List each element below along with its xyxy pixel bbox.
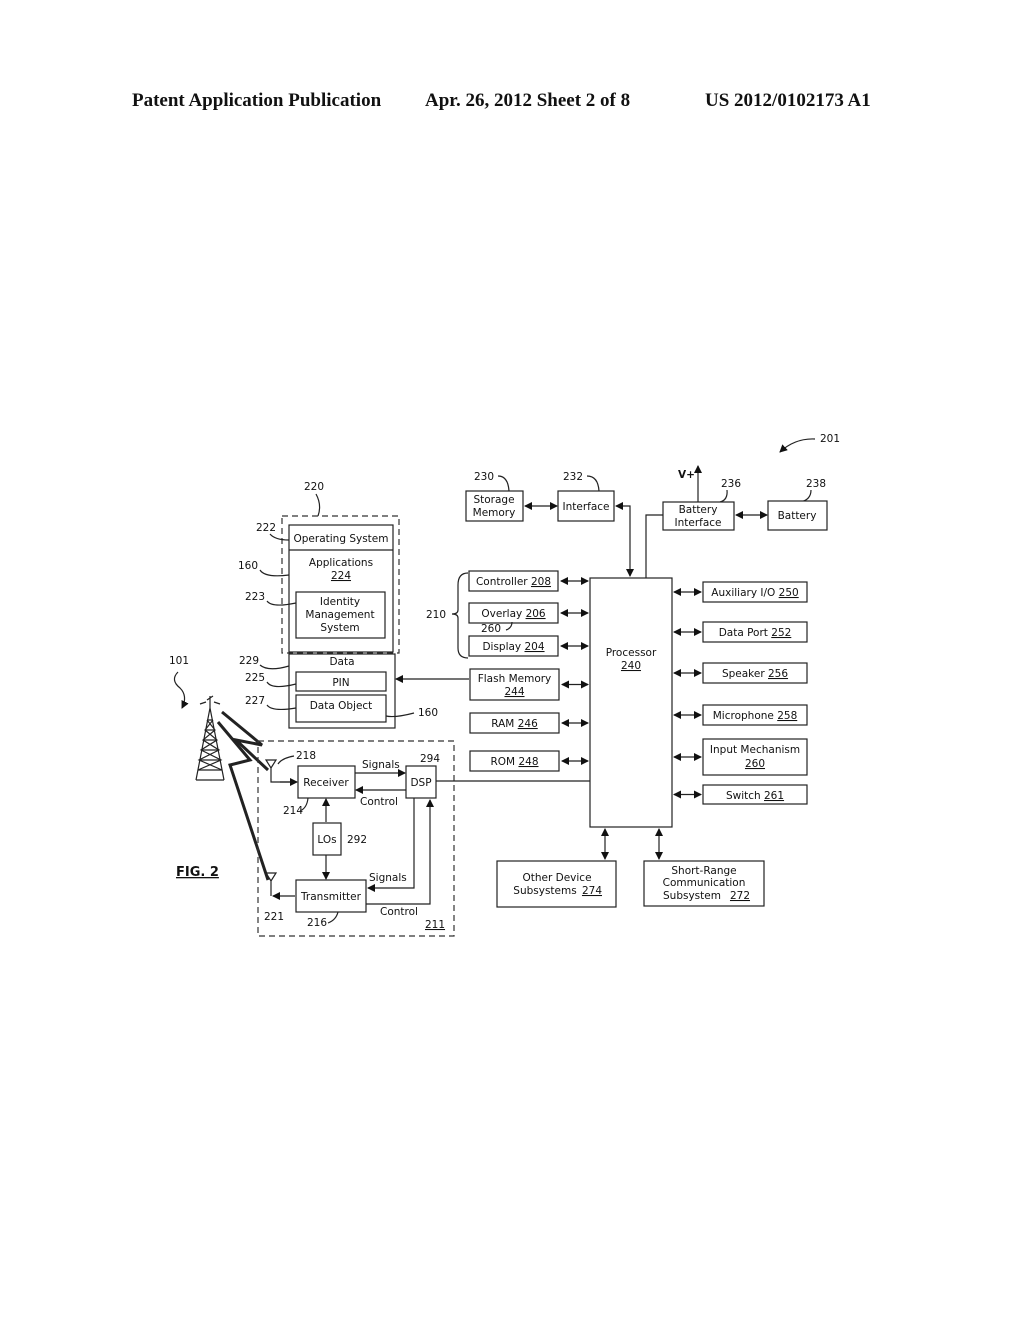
switch-label: Switch 261 <box>726 790 784 802</box>
battery-interface-line1: Battery <box>679 504 718 516</box>
receiver-label: Receiver <box>303 777 349 789</box>
storage-memory-line2: Memory <box>473 507 516 519</box>
short-range-line3: Subsystem <box>663 890 721 902</box>
flash-label: Flash Memory <box>478 673 552 685</box>
other-device-subsystems-box <box>496 860 617 908</box>
dataport-label: Data Port 252 <box>719 627 792 639</box>
ref-292: 292 <box>347 834 367 846</box>
ref-160-data-object: 160 <box>418 707 438 719</box>
ref-216-leader <box>327 911 339 924</box>
storage-memory-line1: Storage <box>473 494 514 506</box>
cell-tower-icon <box>195 695 225 781</box>
transmitter-label: Transmitter <box>300 891 362 903</box>
rx-control-label: Control <box>360 796 398 808</box>
ref-211: 211 <box>425 919 445 931</box>
rom-label: ROM 248 <box>490 756 538 768</box>
block-diagram: 201 220 Operating System 222 Application… <box>169 433 840 937</box>
ref-225: 225 <box>245 672 265 684</box>
antenna-rx-icon <box>264 759 296 783</box>
group-210-brace <box>451 572 469 659</box>
input-number: 260 <box>745 758 765 770</box>
ref-229-leader <box>259 664 290 670</box>
short-range-line2: Communication <box>663 877 746 889</box>
dsp-label: DSP <box>410 777 431 789</box>
rx-signals-label: Signals <box>362 759 400 771</box>
speaker-label: Speaker 256 <box>722 668 788 680</box>
ref-223: 223 <box>245 591 265 603</box>
processor-number: 240 <box>621 660 641 672</box>
ref-260-overlay: 260 <box>481 623 501 635</box>
ref-101-arrow <box>173 671 189 709</box>
interface-processor-arrow <box>615 502 634 577</box>
battery-interface-line2: Interface <box>674 517 721 529</box>
data-label: Data <box>329 656 354 668</box>
ref-201: 201 <box>820 433 840 445</box>
interface-label: Interface <box>562 501 609 513</box>
data-object-label: Data Object <box>310 700 373 712</box>
other-subsystems-line1: Other Device <box>522 872 591 884</box>
overlay-label: Overlay 206 <box>481 608 546 620</box>
tx-signals-label: Signals <box>369 872 407 884</box>
ref-238: 238 <box>806 478 826 490</box>
applications-number: 224 <box>331 570 351 582</box>
pin-label: PIN <box>332 677 349 689</box>
ref-210: 210 <box>426 609 446 621</box>
ref-294: 294 <box>420 753 440 765</box>
controller-label: Controller 208 <box>476 576 551 588</box>
ref-160-leader <box>259 569 290 577</box>
short-range-line1: Short-Range <box>671 865 736 877</box>
battery-label: Battery <box>778 510 817 522</box>
ref-236-leader <box>719 489 728 503</box>
vplus-label: V+ <box>678 469 695 481</box>
ref-201-arrow <box>779 438 816 453</box>
other-subsystems-line2: Subsystems <box>513 885 576 897</box>
operating-system-label: Operating System <box>294 533 389 545</box>
ims-line2: Management <box>305 609 374 621</box>
antenna-tx-icon <box>264 872 278 896</box>
figure-label: FIG. 2 <box>176 865 219 880</box>
ref-220-leader <box>315 493 321 517</box>
ram-label: RAM 246 <box>491 718 538 730</box>
ref-227: 227 <box>245 695 265 707</box>
ref-232-leader <box>586 475 600 492</box>
ref-160-applications: 160 <box>238 560 258 572</box>
applications-label: Applications <box>309 557 373 569</box>
input-label: Input Mechanism <box>710 744 800 756</box>
battery-interface-to-processor-line <box>645 514 663 578</box>
ref-229: 229 <box>239 655 259 667</box>
ref-222-leader <box>269 533 290 541</box>
mic-label: Microphone 258 <box>713 710 798 722</box>
ims-line3: System <box>320 622 359 634</box>
processor-label: Processor <box>606 647 657 659</box>
ref-221: 221 <box>264 911 284 923</box>
tx-control-label: Control <box>380 906 418 918</box>
ref-218: 218 <box>296 750 316 762</box>
flash-number: 244 <box>504 686 524 698</box>
ref-218-leader <box>277 755 295 765</box>
ref-236: 236 <box>721 478 741 490</box>
ref-220: 220 <box>304 481 324 493</box>
ref-101: 101 <box>169 655 189 667</box>
aux-label: Auxiliary I/O 250 <box>711 587 798 599</box>
ims-line1: Identity <box>320 596 360 608</box>
los-label: LOs <box>317 834 336 846</box>
ref-238-leader <box>799 489 812 503</box>
ref-230: 230 <box>474 471 494 483</box>
ref-222: 222 <box>256 522 276 534</box>
display-label: Display 204 <box>482 641 544 653</box>
ref-230-leader <box>497 475 510 492</box>
ref-216: 216 <box>307 917 327 929</box>
processor-box <box>589 577 673 828</box>
short-range-number: 272 <box>730 890 750 902</box>
other-subsystems-number: 274 <box>582 885 602 897</box>
ref-232: 232 <box>563 471 583 483</box>
